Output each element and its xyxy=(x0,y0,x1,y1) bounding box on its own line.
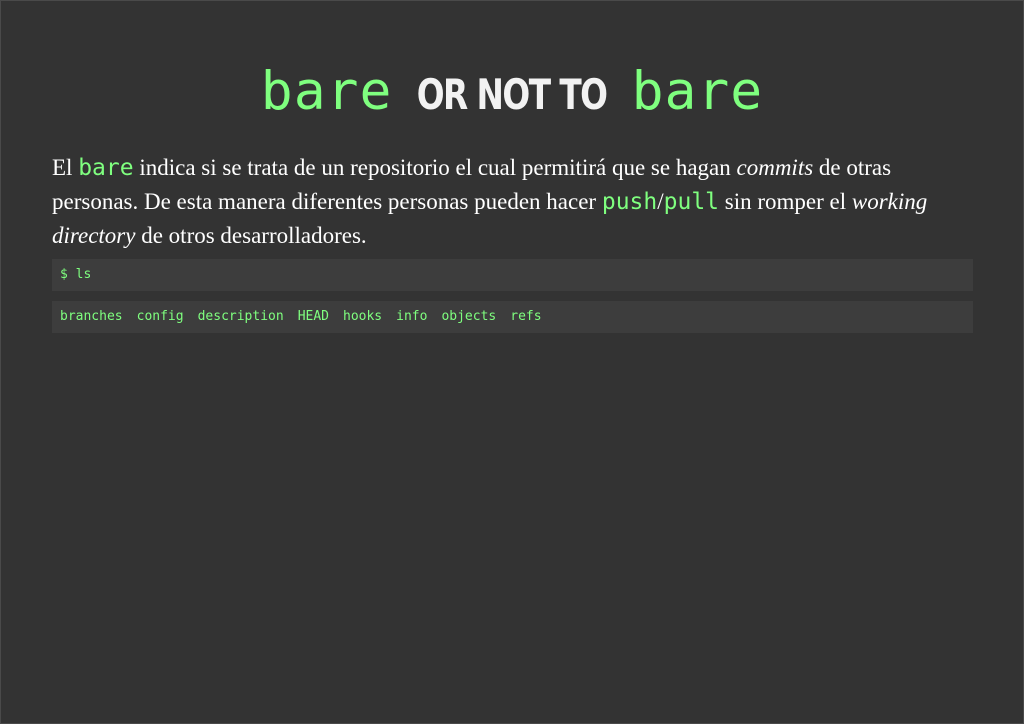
output-item: objects xyxy=(441,309,497,324)
output-item: branches xyxy=(60,309,123,324)
title-code-left: bare xyxy=(260,61,393,122)
para-text: indica si se trata de un repositorio el … xyxy=(133,155,737,180)
output-item: info xyxy=(396,309,428,324)
slide: bare OR NOT TO bare El bare indica si se… xyxy=(0,0,1024,724)
output-item: hooks xyxy=(343,309,383,324)
para-text: El xyxy=(52,155,79,180)
output-item: HEAD xyxy=(297,309,329,324)
output-item: config xyxy=(136,309,184,324)
output-item: refs xyxy=(510,309,542,324)
command-block: $ ls xyxy=(52,259,973,291)
command-text: $ ls xyxy=(60,267,92,282)
inline-code-push: push xyxy=(601,189,658,215)
emphasis-commits: commits xyxy=(736,155,814,180)
inline-code-pull: pull xyxy=(663,189,720,215)
title-code-right: bare xyxy=(631,61,764,122)
title-middle: OR NOT TO xyxy=(417,70,608,119)
output-block: branches config description HEAD hooks info ob… xyxy=(52,301,973,333)
para-text: sin romper el xyxy=(719,189,852,214)
inline-code-bare: bare xyxy=(78,155,134,181)
output-item: description xyxy=(197,309,284,324)
slide-title: bare OR NOT TO bare xyxy=(1,61,1023,131)
para-text: de otros desarrolladores. xyxy=(135,223,367,248)
description-paragraph: El bare indica si se trata de un reposit… xyxy=(52,151,977,253)
